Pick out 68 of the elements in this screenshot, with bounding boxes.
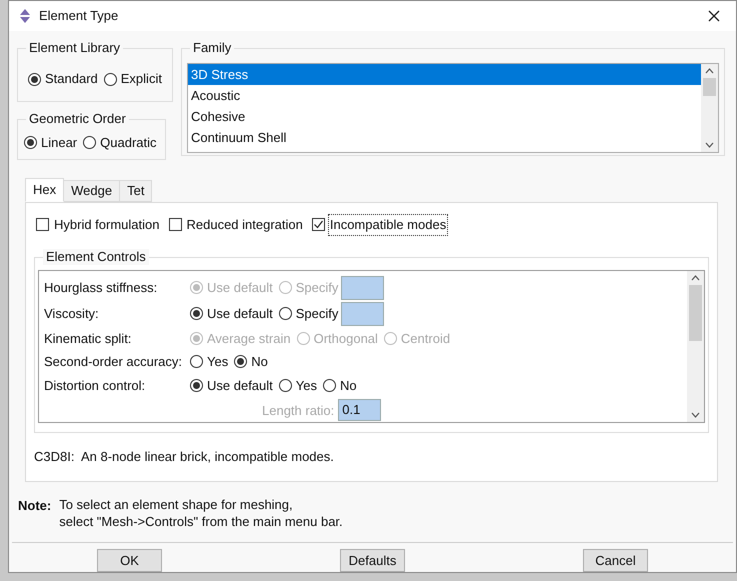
dialog-button[interactable]: OK bbox=[97, 549, 162, 572]
element-description: C3D8I: An 8-node linear brick, incompatible modes. bbox=[34, 448, 335, 466]
radio-label: Use default bbox=[207, 278, 273, 297]
row-label: Kinematic split: bbox=[44, 330, 132, 348]
radio-button[interactable] bbox=[24, 136, 37, 149]
radio-button[interactable] bbox=[278, 378, 292, 392]
scrollbar-thumb[interactable] bbox=[689, 284, 702, 340]
group-title: Element Library bbox=[26, 40, 124, 56]
radio-button[interactable] bbox=[83, 136, 96, 149]
radio-label: No bbox=[251, 353, 268, 372]
row-label: Hourglass stiffness: bbox=[44, 278, 158, 297]
row-label: Second-order accuracy: bbox=[44, 353, 184, 372]
radio-label: Specify bbox=[296, 305, 338, 324]
scrollbar[interactable] bbox=[701, 64, 718, 152]
radio-button[interactable] bbox=[28, 72, 41, 86]
checkbox-label: Hybrid formulation bbox=[53, 216, 160, 234]
note-text: To select an element shape for meshing, bbox=[59, 496, 294, 513]
row-label: Length ratio: bbox=[262, 402, 334, 420]
radio-label: Standard bbox=[45, 70, 98, 88]
checkbox-label: Reduced integration bbox=[186, 216, 304, 234]
input-field[interactable] bbox=[341, 302, 384, 326]
group-title: Family bbox=[190, 40, 234, 56]
family-list-item[interactable]: 3D Stress bbox=[188, 64, 701, 85]
family-list-item[interactable]: Cohesive bbox=[188, 106, 701, 127]
radio-button[interactable] bbox=[104, 72, 117, 86]
radio-button[interactable] bbox=[278, 307, 292, 320]
radio-button[interactable] bbox=[322, 378, 336, 392]
radio-label: Specify bbox=[296, 278, 338, 297]
group-title: Element Controls bbox=[43, 248, 149, 264]
checkbox[interactable] bbox=[36, 218, 49, 232]
scroll-up-icon[interactable] bbox=[691, 274, 700, 280]
radio-button[interactable] bbox=[234, 355, 248, 368]
diamond-arrows-icon bbox=[17, 8, 33, 24]
dialog-button[interactable]: Cancel bbox=[583, 549, 648, 572]
row-label: Viscosity: bbox=[44, 305, 100, 324]
checkbox[interactable] bbox=[168, 218, 182, 232]
scrollbar-thumb[interactable] bbox=[703, 78, 716, 96]
note-text: select "Mesh->Controls" from the main menu bar. bbox=[59, 513, 343, 530]
checkbox-label: Incompatible modes bbox=[328, 215, 448, 234]
radio-label: Use default bbox=[207, 376, 273, 395]
tab[interactable]: Hex bbox=[25, 178, 64, 202]
radio-label: Explicit bbox=[120, 70, 162, 88]
scroll-down-icon[interactable] bbox=[691, 412, 700, 418]
radio-button[interactable] bbox=[190, 307, 203, 320]
scroll-up-icon[interactable] bbox=[705, 68, 714, 74]
radio-label: Average strain bbox=[207, 330, 291, 348]
scrollbar[interactable] bbox=[687, 270, 704, 422]
dialog-button[interactable]: Defaults bbox=[340, 549, 405, 572]
radio-label: Quadratic bbox=[100, 134, 157, 152]
tab[interactable]: Wedge bbox=[63, 180, 120, 202]
row-label: Distortion control: bbox=[44, 376, 146, 395]
family-list-item[interactable]: Continuum Shell bbox=[188, 127, 701, 148]
radio-label: Yes bbox=[296, 376, 317, 395]
checkbox[interactable] bbox=[312, 218, 325, 232]
radio-button[interactable] bbox=[190, 378, 203, 392]
note-label: Note: bbox=[18, 497, 52, 515]
radio-button[interactable] bbox=[190, 355, 203, 368]
radio-label: No bbox=[340, 376, 357, 395]
scroll-down-icon[interactable] bbox=[705, 142, 714, 148]
radio-label: Yes bbox=[207, 353, 228, 372]
radio-label: Centroid bbox=[400, 330, 450, 348]
close-icon[interactable] bbox=[708, 10, 720, 22]
radio-label: Orthogonal bbox=[314, 330, 378, 348]
radio-label: Use default bbox=[207, 305, 273, 324]
tab[interactable]: Tet bbox=[119, 180, 152, 202]
window-title: Element Type bbox=[39, 7, 118, 26]
radio-label: Linear bbox=[41, 134, 78, 152]
family-list-item[interactable]: Acoustic bbox=[188, 85, 701, 106]
